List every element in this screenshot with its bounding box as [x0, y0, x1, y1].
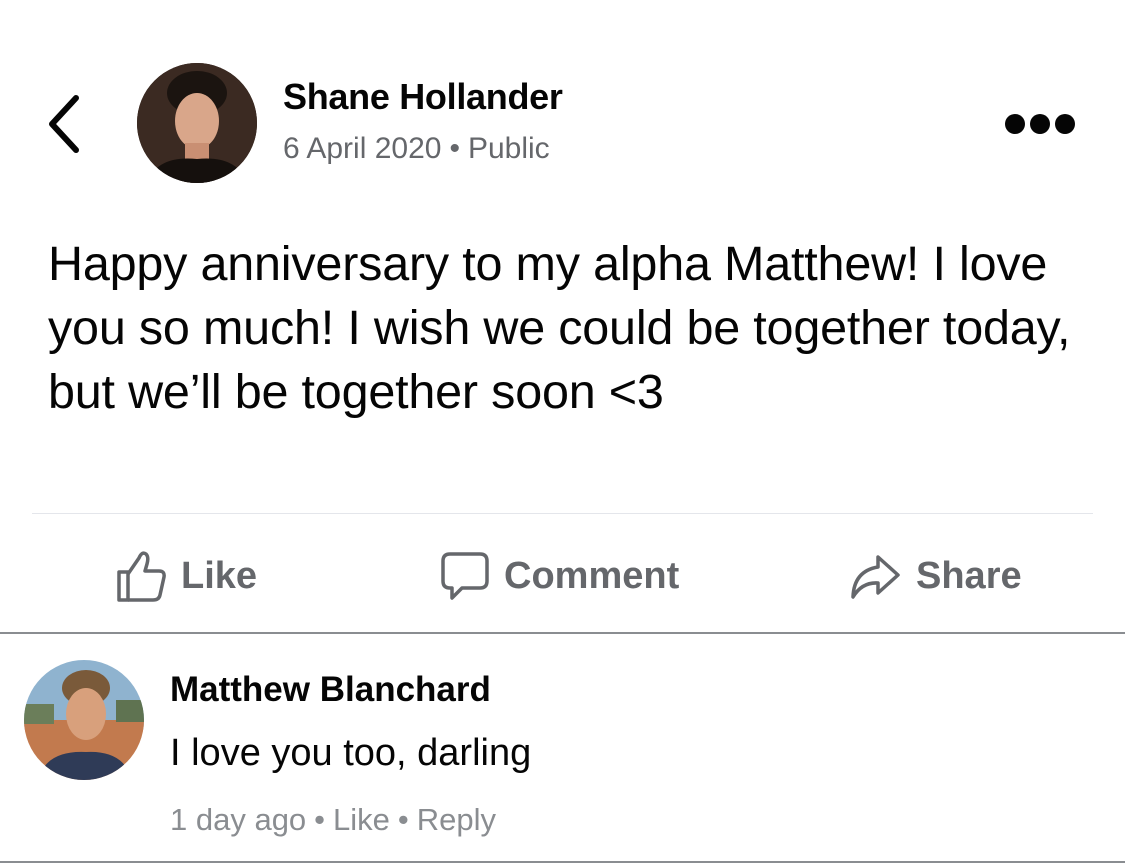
comment-label: Comment: [504, 554, 680, 597]
comment-meta: 1 day ago • Like • Reply: [170, 802, 496, 838]
comment-like-link[interactable]: Like: [333, 802, 390, 837]
post-date[interactable]: 6 April 2020: [283, 132, 441, 165]
comment-reply-link[interactable]: Reply: [417, 802, 496, 837]
separator-dot: •: [314, 802, 326, 837]
divider: [32, 513, 1093, 514]
separator-dot: •: [397, 802, 409, 837]
separator-dot: •: [449, 132, 460, 165]
post-meta: 6 April 2020 • Public: [283, 132, 550, 166]
author-avatar[interactable]: [137, 63, 257, 183]
avatar-photo: [137, 63, 257, 183]
comment-author[interactable]: Matthew Blanchard: [170, 670, 491, 710]
more-horizontal-icon: [1005, 114, 1075, 134]
like-button[interactable]: Like: [115, 540, 257, 612]
divider: [0, 861, 1125, 863]
author-name[interactable]: Shane Hollander: [283, 76, 563, 118]
comment-text: I love you too, darling: [170, 732, 532, 774]
chevron-left-icon: [49, 95, 79, 153]
post-audience: Public: [467, 132, 550, 165]
share-arrow-icon: [851, 555, 900, 599]
like-label: Like: [181, 554, 258, 597]
comment-button[interactable]: Comment: [440, 540, 679, 612]
divider: [0, 632, 1125, 634]
post-text: Happy anniversary to my alpha Matthew! I…: [48, 237, 1071, 419]
back-button[interactable]: [40, 92, 90, 156]
more-options-button[interactable]: [1000, 111, 1080, 137]
avatar-photo: [24, 660, 144, 780]
share-button[interactable]: Share: [848, 540, 1022, 612]
thumbs-up-icon: [117, 551, 166, 602]
share-label: Share: [916, 554, 1022, 597]
comment-time: 1 day ago: [170, 802, 307, 837]
comment-bubble-icon: [441, 552, 489, 600]
commenter-avatar[interactable]: [24, 660, 144, 780]
